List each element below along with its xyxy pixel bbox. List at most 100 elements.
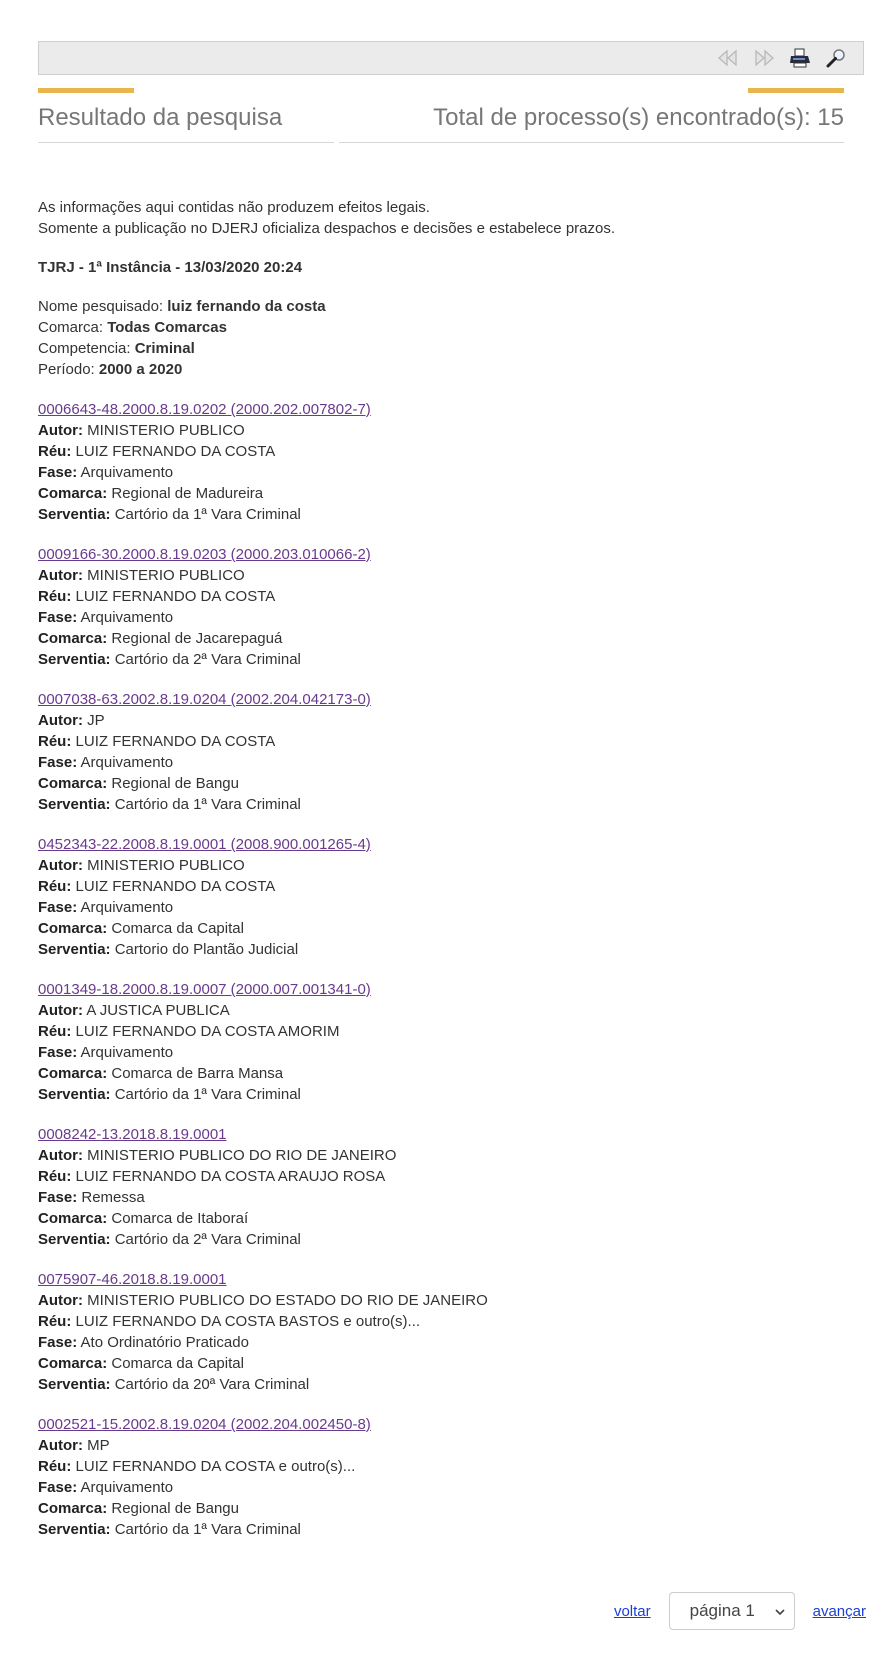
process-fase-value: Ato Ordinatório Praticado [80, 1334, 249, 1351]
results-content: As informações aqui contidas não produze… [38, 197, 844, 1540]
process-number-link[interactable]: 0006643-48.2000.8.19.0202 (2000.202.0078… [38, 399, 371, 420]
process-autor: Autor: MP [38, 1435, 844, 1456]
query-comarca-value: Todas Comarcas [107, 319, 227, 336]
process-comarca: Comarca: Regional de Madureira [38, 483, 844, 504]
process-entry: 0452343-22.2008.8.19.0001 (2008.900.0012… [38, 834, 844, 960]
process-number-link[interactable]: 0452343-22.2008.8.19.0001 (2008.900.0012… [38, 834, 371, 855]
search-icon[interactable] [823, 46, 849, 70]
process-reu-value: LUIZ FERNANDO DA COSTA BASTOS e outro(s)… [75, 1313, 421, 1330]
process-fase-label: Fase: [38, 1479, 78, 1496]
process-reu: Réu: LUIZ FERNANDO DA COSTA BASTOS e out… [38, 1311, 844, 1332]
process-comarca-label: Comarca: [38, 630, 108, 647]
process-comarca-label: Comarca: [38, 1065, 108, 1082]
process-reu-label: Réu: [38, 1313, 72, 1330]
process-fase-value: Arquivamento [80, 1044, 174, 1061]
process-reu-label: Réu: [38, 878, 72, 895]
process-fase-label: Fase: [38, 899, 78, 916]
results-title: Resultado da pesquisa [38, 104, 283, 131]
process-serventia-value: Cartório da 20ª Vara Criminal [114, 1376, 310, 1393]
accent-bar [748, 88, 844, 93]
process-entry: 0075907-46.2018.8.19.0001 Autor: MINISTER… [38, 1269, 844, 1395]
process-entry: 0009166-30.2000.8.19.0203 (2000.203.0100… [38, 544, 844, 670]
query-periodo-label: Período: [38, 361, 99, 378]
process-serventia-label: Serventia: [38, 1376, 111, 1393]
process-entry: 0001349-18.2000.8.19.0007 (2000.007.0013… [38, 979, 844, 1105]
process-reu-value: LUIZ FERNANDO DA COSTA e outro(s)... [75, 1458, 356, 1475]
next-link[interactable]: avançar [813, 1603, 866, 1620]
query-nome-label: Nome pesquisado: [38, 298, 168, 315]
process-reu: Réu: LUIZ FERNANDO DA COSTA [38, 731, 844, 752]
process-fase: Fase: Arquivamento [38, 607, 844, 628]
process-reu-value: LUIZ FERNANDO DA COSTA [75, 878, 276, 895]
process-number-link[interactable]: 0001349-18.2000.8.19.0007 (2000.007.0013… [38, 979, 371, 1000]
process-serventia-label: Serventia: [38, 1521, 111, 1538]
process-reu: Réu: LUIZ FERNANDO DA COSTA [38, 876, 844, 897]
process-reu-value: LUIZ FERNANDO DA COSTA AMORIM [75, 1023, 340, 1040]
process-serventia: Serventia: Cartório da 1ª Vara Criminal [38, 794, 844, 815]
toolbar [38, 41, 864, 75]
print-icon[interactable] [787, 46, 813, 70]
process-autor-value: MINISTERIO PUBLICO [87, 422, 245, 439]
process-fase: Fase: Arquivamento [38, 1477, 844, 1498]
results-total: Total de processo(s) encontrado(s): 15 [433, 104, 844, 131]
process-serventia: Serventia: Cartorio do Plantão Judicial [38, 939, 844, 960]
process-comarca: Comarca: Comarca de Barra Mansa [38, 1063, 844, 1084]
process-serventia-label: Serventia: [38, 796, 111, 813]
court-line: TJRJ - 1ª Instância - 13/03/2020 20:24 [38, 259, 303, 276]
process-fase-value: Arquivamento [80, 1479, 174, 1496]
process-number-link[interactable]: 0075907-46.2018.8.19.0001 [38, 1269, 227, 1290]
process-comarca-value: Comarca de Barra Mansa [111, 1065, 284, 1082]
process-number-link[interactable]: 0009166-30.2000.8.19.0203 (2000.203.0100… [38, 544, 371, 565]
process-fase-label: Fase: [38, 609, 78, 626]
process-serventia-value: Cartório da 2ª Vara Criminal [114, 1231, 301, 1248]
process-fase-label: Fase: [38, 1334, 78, 1351]
process-comarca-label: Comarca: [38, 920, 108, 937]
process-fase-value: Arquivamento [80, 899, 174, 916]
process-reu-label: Réu: [38, 1023, 72, 1040]
process-reu: Réu: LUIZ FERNANDO DA COSTA AMORIM [38, 1021, 844, 1042]
chevron-down-icon [774, 1604, 786, 1624]
process-autor-label: Autor: [38, 712, 83, 729]
process-serventia-label: Serventia: [38, 506, 111, 523]
process-comarca-label: Comarca: [38, 1210, 108, 1227]
process-comarca-label: Comarca: [38, 775, 108, 792]
process-entry: 0008242-13.2018.8.19.0001 Autor: MINISTER… [38, 1124, 844, 1250]
process-list: 0006643-48.2000.8.19.0202 (2000.202.0078… [38, 380, 844, 1540]
toolbar-tools [715, 46, 849, 70]
process-serventia-value: Cartório da 1ª Vara Criminal [114, 1521, 301, 1538]
process-reu-label: Réu: [38, 588, 72, 605]
process-serventia-label: Serventia: [38, 1086, 111, 1103]
next-page-icon[interactable] [751, 46, 777, 70]
process-serventia-value: Cartório da 2ª Vara Criminal [114, 651, 301, 668]
process-comarca-value: Comarca da Capital [111, 920, 244, 937]
process-comarca-value: Comarca de Itaboraí [111, 1210, 249, 1227]
process-fase-value: Arquivamento [80, 464, 174, 481]
process-fase-value: Arquivamento [80, 609, 174, 626]
process-serventia: Serventia: Cartório da 1ª Vara Criminal [38, 1519, 844, 1540]
query-competencia-label: Competencia: [38, 340, 135, 357]
process-serventia: Serventia: Cartório da 1ª Vara Criminal [38, 504, 844, 525]
process-comarca-label: Comarca: [38, 1355, 108, 1372]
process-comarca-value: Regional de Madureira [111, 485, 264, 502]
process-autor: Autor: MINISTERIO PUBLICO DO RIO DE JANE… [38, 1145, 844, 1166]
query-comarca: Comarca: Todas Comarcas [38, 317, 844, 338]
process-fase: Fase: Arquivamento [38, 897, 844, 918]
first-page-icon[interactable] [715, 46, 741, 70]
process-number-link[interactable]: 0007038-63.2002.8.19.0204 (2002.204.0421… [38, 689, 371, 710]
process-entry: 0007038-63.2002.8.19.0204 (2002.204.0421… [38, 689, 844, 815]
process-serventia-value: Cartório da 1ª Vara Criminal [114, 796, 301, 813]
process-entry: 0002521-15.2002.8.19.0204 (2002.204.0024… [38, 1414, 844, 1540]
process-autor: Autor: A JUSTICA PUBLICA [38, 1000, 844, 1021]
process-fase: Fase: Remessa [38, 1187, 844, 1208]
page-select[interactable]: página 1 [668, 1592, 795, 1630]
process-number-link[interactable]: 0008242-13.2018.8.19.0001 [38, 1124, 227, 1145]
process-fase-label: Fase: [38, 1044, 78, 1061]
process-serventia-value: Cartório da 1ª Vara Criminal [114, 506, 301, 523]
notice-line-2: Somente a publicação no DJERJ oficializa… [38, 220, 616, 237]
process-fase-value: Arquivamento [80, 754, 174, 771]
process-number-link[interactable]: 0002521-15.2002.8.19.0204 (2002.204.0024… [38, 1414, 371, 1435]
back-link[interactable]: voltar [614, 1603, 651, 1620]
process-fase: Fase: Arquivamento [38, 1042, 844, 1063]
results-header: Resultado da pesquisa Total de processo(… [38, 88, 844, 144]
process-reu-value: LUIZ FERNANDO DA COSTA [75, 588, 276, 605]
